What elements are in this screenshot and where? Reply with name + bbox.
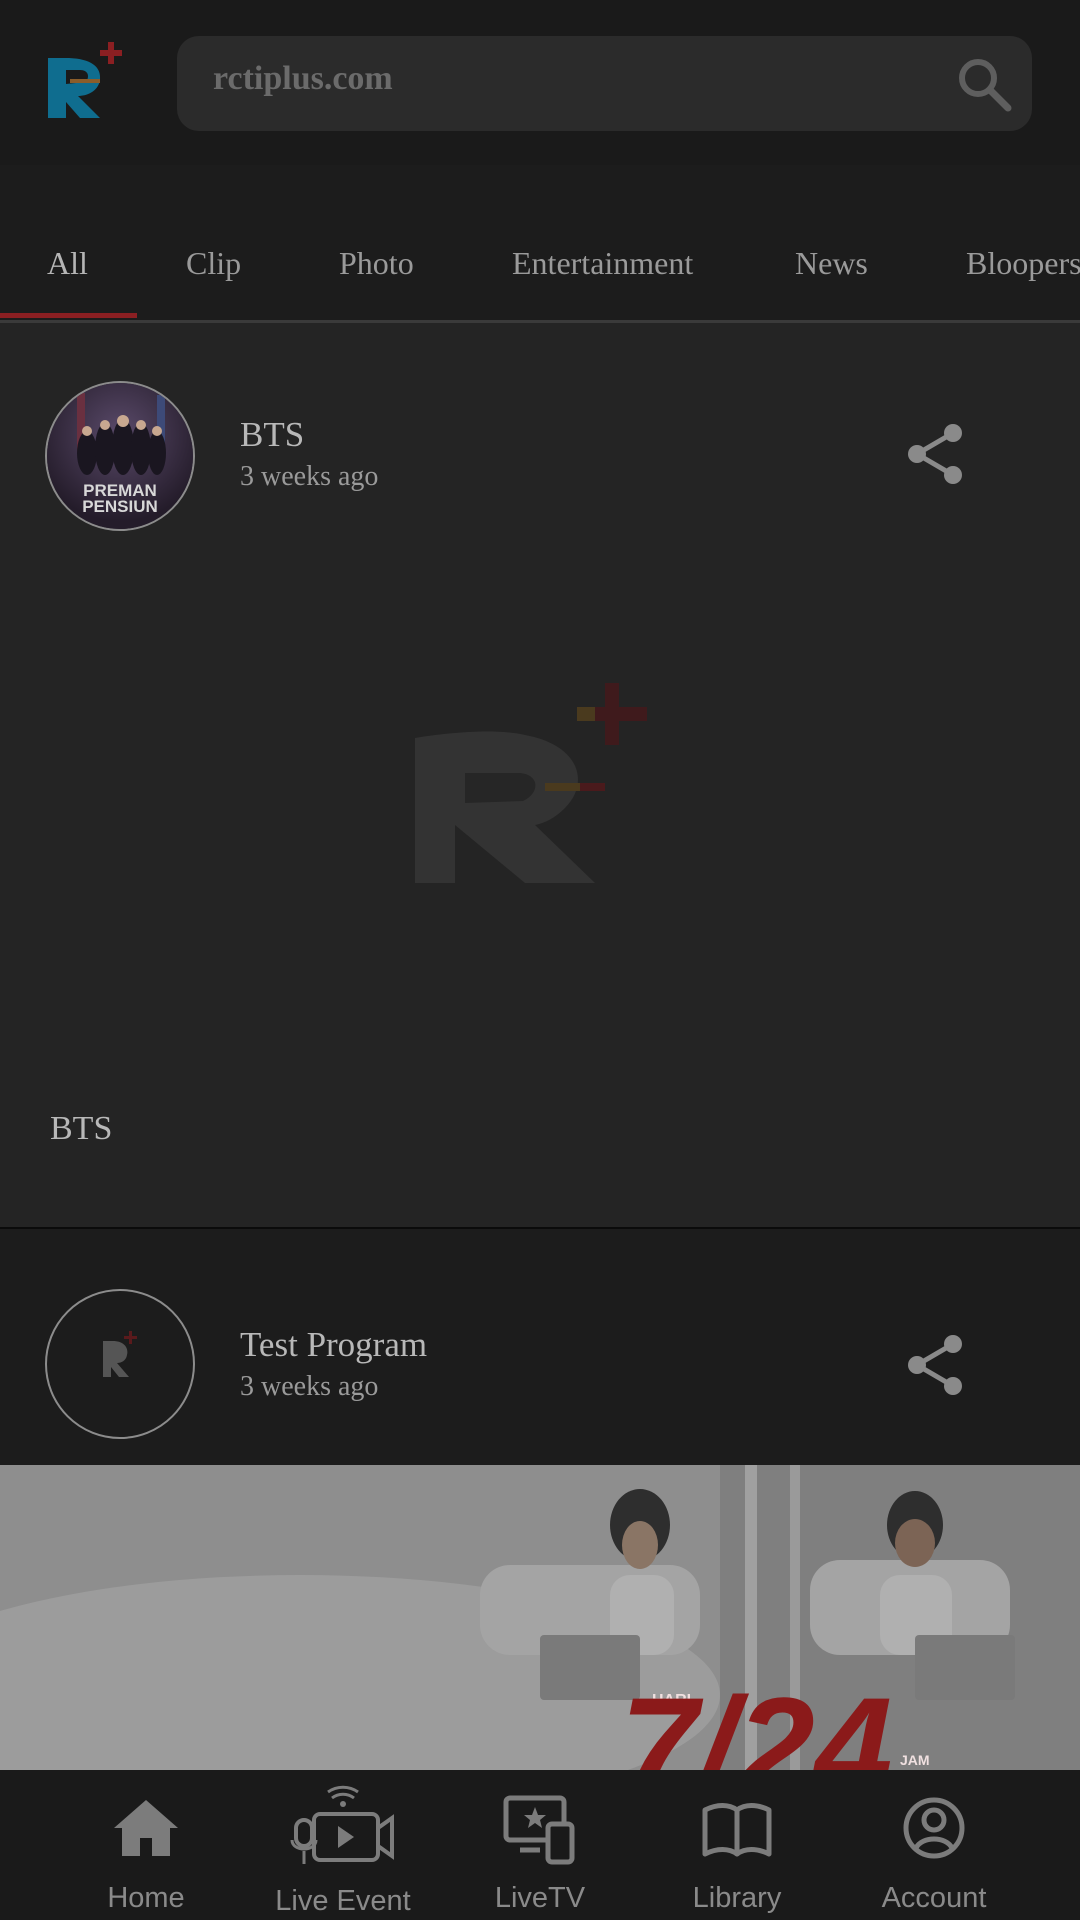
post-time: 3 weeks ago bbox=[240, 461, 379, 492]
account-icon bbox=[903, 1797, 965, 1859]
nav-live-tv-label: LiveTV bbox=[494, 1882, 586, 1914]
post-card[interactable]: Test Program 3 weeks ago bbox=[0, 1229, 1080, 1465]
tab-entertainment[interactable]: Entertainment bbox=[512, 245, 693, 282]
promo-banner-image: HARI 7/24 JAM bbox=[0, 1465, 1080, 1770]
rcti-plus-logo[interactable] bbox=[44, 36, 136, 124]
library-icon bbox=[702, 1803, 772, 1857]
nav-home[interactable]: Home bbox=[46, 1770, 246, 1920]
post-card[interactable]: PREMAN PENSIUN BTS 3 weeks ago BTS bbox=[0, 323, 1080, 1227]
avatar-text-line-2: PENSIUN bbox=[82, 497, 158, 516]
post-time: 3 weeks ago bbox=[240, 1371, 379, 1402]
tab-bloopers[interactable]: Bloopers bbox=[966, 245, 1080, 282]
search-icon[interactable] bbox=[954, 54, 1014, 114]
bottom-navigation: Home Live Event LiveTV Library Account bbox=[0, 1770, 1080, 1920]
nav-library-label: Library bbox=[692, 1882, 782, 1914]
banner-text-small-right: JAM bbox=[900, 1752, 930, 1768]
tab-all[interactable]: All bbox=[47, 245, 88, 282]
post-title: BTS bbox=[240, 415, 305, 454]
active-tab-indicator bbox=[0, 313, 137, 318]
tab-clip[interactable]: Clip bbox=[186, 245, 241, 282]
media-placeholder-icon[interactable] bbox=[405, 683, 675, 953]
post-caption: BTS bbox=[50, 1110, 113, 1147]
promo-banner[interactable]: HARI 7/24 JAM bbox=[0, 1465, 1080, 1770]
nav-live-event[interactable]: Live Event bbox=[243, 1770, 443, 1920]
avatar[interactable] bbox=[45, 1289, 195, 1439]
share-icon[interactable] bbox=[905, 1334, 967, 1396]
nav-library[interactable]: Library bbox=[637, 1770, 837, 1920]
nav-account-label: Account bbox=[881, 1882, 987, 1914]
category-tabs: All Clip Photo Entertainment News Bloope… bbox=[0, 165, 1080, 323]
share-icon[interactable] bbox=[905, 423, 967, 485]
tab-photo[interactable]: Photo bbox=[339, 245, 414, 282]
live-tv-icon bbox=[503, 1795, 575, 1865]
nav-account[interactable]: Account bbox=[834, 1770, 1034, 1920]
banner-headline: 7/24 bbox=[620, 1668, 892, 1770]
app-header: rctiplus.com bbox=[0, 0, 1080, 165]
nav-live-tv[interactable]: LiveTV bbox=[440, 1770, 640, 1920]
nav-live-event-label: Live Event bbox=[275, 1885, 411, 1917]
live-event-icon bbox=[290, 1785, 394, 1864]
search-input[interactable]: rctiplus.com bbox=[213, 60, 393, 98]
post-title: Test Program bbox=[240, 1325, 428, 1364]
tab-news[interactable]: News bbox=[795, 245, 868, 282]
nav-home-label: Home bbox=[107, 1882, 185, 1914]
search-bar[interactable]: rctiplus.com bbox=[177, 36, 1032, 131]
avatar[interactable]: PREMAN PENSIUN bbox=[45, 381, 195, 531]
home-icon bbox=[114, 1800, 178, 1856]
